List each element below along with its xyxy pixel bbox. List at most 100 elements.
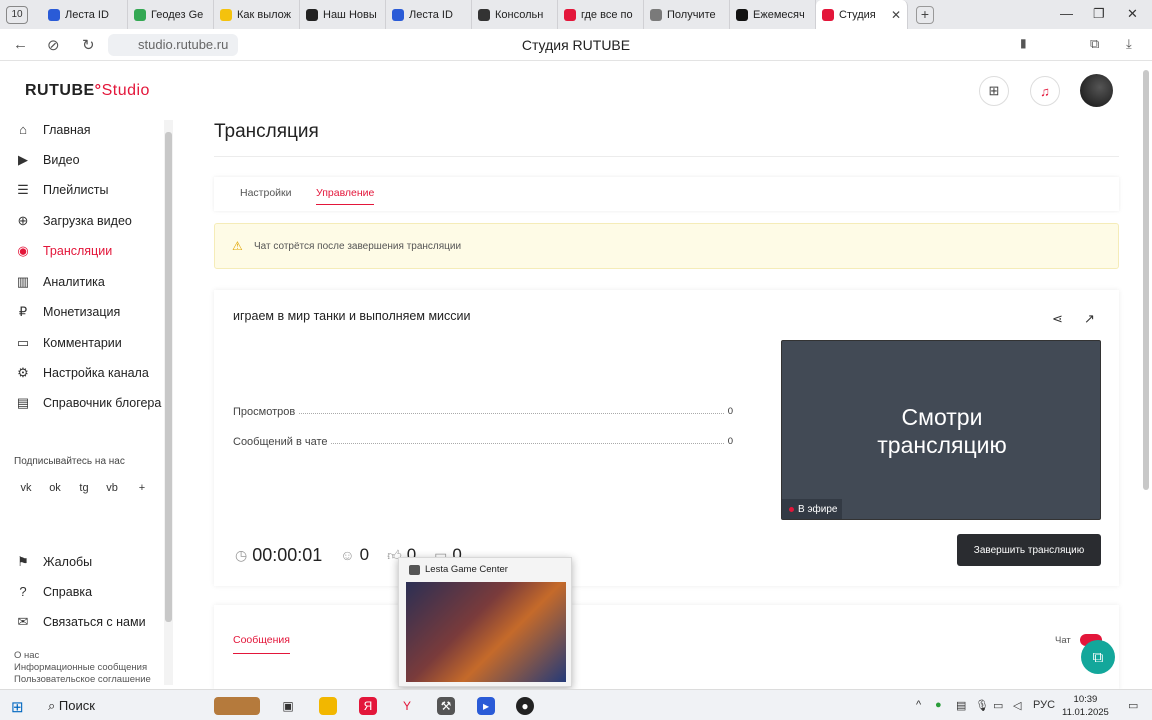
bookmark-icon[interactable]: ▮	[1020, 36, 1027, 50]
tab-count-button[interactable]: 10	[6, 5, 28, 24]
page-scroll-thumb[interactable]	[1143, 70, 1149, 490]
sidebar-bottom-item[interactable]: ✉ Связаться с нами	[16, 612, 146, 632]
browser-tab[interactable]: Геодез Ge	[128, 0, 214, 29]
taskbar-clock[interactable]: 10:39 11.01.2025	[1062, 693, 1109, 719]
browser-tab[interactable]: где все по	[558, 0, 644, 29]
minimize-icon[interactable]: —	[1060, 6, 1073, 21]
sidebar-item-label: Главная	[43, 123, 91, 137]
sidebar-bottom-item[interactable]: ? Справка	[16, 582, 92, 602]
footer-link[interactable]: О нас	[14, 650, 39, 661]
taskbar-search[interactable]: ⌕ Поиск	[48, 698, 95, 714]
sidebar-item-label: Настройка канала	[43, 366, 149, 380]
sidebar-item[interactable]: ◉ Трансляции	[16, 241, 112, 261]
browser-tab[interactable]: Консольн	[472, 0, 558, 29]
tab-management[interactable]: Управление	[316, 187, 375, 205]
support-chat-button[interactable]: ⧉	[1081, 640, 1115, 674]
sidebar-scroll-thumb[interactable]	[165, 132, 172, 622]
tab-settings[interactable]: Настройки	[240, 187, 292, 199]
tab-messages[interactable]: Сообщения	[233, 634, 290, 654]
close-tab-icon[interactable]: ✕	[891, 8, 901, 22]
restore-icon[interactable]: ❐	[1093, 6, 1105, 22]
sidebar-item-icon: ⚑	[17, 554, 29, 569]
end-stream-button[interactable]: Завершить трансляцию	[957, 534, 1101, 566]
yandex-icon[interactable]: Я	[359, 697, 377, 715]
sidebar-item-icon: ₽	[18, 304, 28, 319]
close-window-icon[interactable]: ✕	[1127, 6, 1138, 22]
browser-tab[interactable]: Студия ✕	[816, 0, 908, 29]
browser-tab[interactable]: Леста ID	[42, 0, 128, 29]
social-ok-icon[interactable]: ok	[47, 480, 63, 496]
sidebar-item[interactable]: ▶ Видео	[16, 150, 80, 170]
search-label: Поиск	[58, 698, 95, 713]
browser-tab[interactable]: Леста ID	[386, 0, 472, 29]
bell-icon[interactable]: ♫	[1030, 76, 1060, 106]
app-icon[interactable]: ⚒	[437, 697, 455, 715]
popup-title: Lesta Game Center	[425, 564, 508, 575]
stream-timer: 00:00:01	[252, 544, 323, 565]
download-icon[interactable]: ⤓	[1126, 36, 1132, 52]
task-view-icon[interactable]: ▣	[279, 697, 297, 715]
lesta-icon[interactable]: ▸	[477, 697, 495, 715]
sidebar-bottom-item[interactable]: ⚑ Жалобы	[16, 552, 92, 572]
sidebar-item[interactable]: ☰ Плейлисты	[16, 180, 108, 200]
browser-tab[interactable]: Получите	[644, 0, 730, 29]
stream-preview[interactable]: Смотри трансляцию В эфире	[781, 340, 1101, 520]
tab-label: Геодез Ge	[151, 8, 204, 21]
browser-tab[interactable]: Наш Новы	[300, 0, 386, 29]
windows-start-icon[interactable]: ⊞	[11, 698, 24, 716]
sidebar-item[interactable]: ▥ Аналитика	[16, 272, 105, 292]
sidebar-item-icon: ▭	[16, 335, 30, 350]
rutube-studio-logo[interactable]: RUTUBE°Studio	[25, 82, 150, 100]
widget-icon[interactable]	[214, 697, 260, 715]
obs-icon[interactable]: ●	[516, 697, 534, 715]
sidebar-item[interactable]: ▤ Справочник блогера	[16, 393, 162, 413]
browser-tab[interactable]: Как вылож	[214, 0, 300, 29]
share-icon[interactable]: ⋖	[1052, 311, 1063, 327]
stat-value: 0	[727, 406, 733, 417]
sidebar-item[interactable]: ₽ Монетизация	[16, 302, 120, 322]
footer-link[interactable]: Информационные сообщения	[14, 662, 147, 673]
social-tg-icon[interactable]: tg	[76, 480, 92, 496]
tab-label: где все по	[581, 8, 633, 21]
tray-app-icon[interactable]: ●	[935, 699, 942, 711]
external-link-icon[interactable]: ↗	[1084, 311, 1095, 327]
social-vb-icon[interactable]: vb	[104, 480, 120, 496]
sidebar-item-icon: ▥	[16, 274, 30, 289]
taskbar: ⊞ ⌕ Поиск ▣ Я Y ⚒ ▸ ● ^ ● ▤ 🎙︎ ▭ ◁ РУС 1…	[0, 689, 1152, 720]
social-vk-icon[interactable]: vk	[18, 480, 34, 496]
sidebar-item-label: Загрузка видео	[43, 214, 132, 228]
browser-tab[interactable]: Ежемесяч	[730, 0, 816, 29]
window-thumbnail[interactable]	[406, 582, 566, 682]
browser-tab-strip: 10 Леста ID Геодез Ge Как вылож Наш Новы Лес…	[0, 0, 1152, 29]
app-icon	[409, 565, 420, 575]
tray-chevron-icon[interactable]: ^	[916, 699, 921, 711]
sidebar-item[interactable]: ▭ Комментарии	[16, 333, 122, 353]
file-explorer-icon[interactable]	[319, 697, 337, 715]
stat-label: Сообщений в чате	[233, 436, 328, 448]
tab-favicon-icon	[822, 8, 834, 21]
notifications-icon[interactable]: ▭	[1128, 699, 1138, 712]
upload-icon[interactable]: ⊞	[979, 76, 1009, 106]
yandex-browser-icon[interactable]: Y	[398, 697, 416, 715]
sidebar-item-label: Монетизация	[43, 305, 121, 319]
avatar[interactable]	[1080, 74, 1113, 107]
chat-toggle-label: Чат	[1055, 635, 1071, 646]
collections-icon[interactable]: ⧉	[1090, 36, 1099, 52]
sidebar-item[interactable]: ⚙ Настройка канала	[16, 363, 149, 383]
stat-value: 0	[727, 436, 733, 447]
logo-studio-text: Studio	[101, 82, 150, 99]
sidebar-item[interactable]: ⊕ Загрузка видео	[16, 211, 132, 231]
microphone-icon[interactable]: 🎙︎	[975, 699, 989, 712]
volume-icon[interactable]: ◁	[1013, 699, 1021, 712]
page-tabs: Настройки Управление	[214, 177, 1119, 211]
language-indicator[interactable]: РУС	[1033, 699, 1055, 711]
tray-icon[interactable]: ▤	[956, 699, 966, 712]
footer-link[interactable]: Пользовательское соглашение	[14, 674, 151, 685]
tab-label: Леста ID	[65, 8, 109, 21]
network-icon[interactable]: ▭	[993, 699, 1003, 712]
taskbar-preview-popup[interactable]: Lesta Game Center	[398, 557, 572, 687]
sidebar-item-icon: ⊕	[17, 213, 29, 228]
new-tab-button[interactable]: +	[916, 5, 934, 24]
sidebar-item[interactable]: ⌂ Главная	[16, 120, 91, 140]
social-+-icon[interactable]: +	[134, 480, 150, 496]
